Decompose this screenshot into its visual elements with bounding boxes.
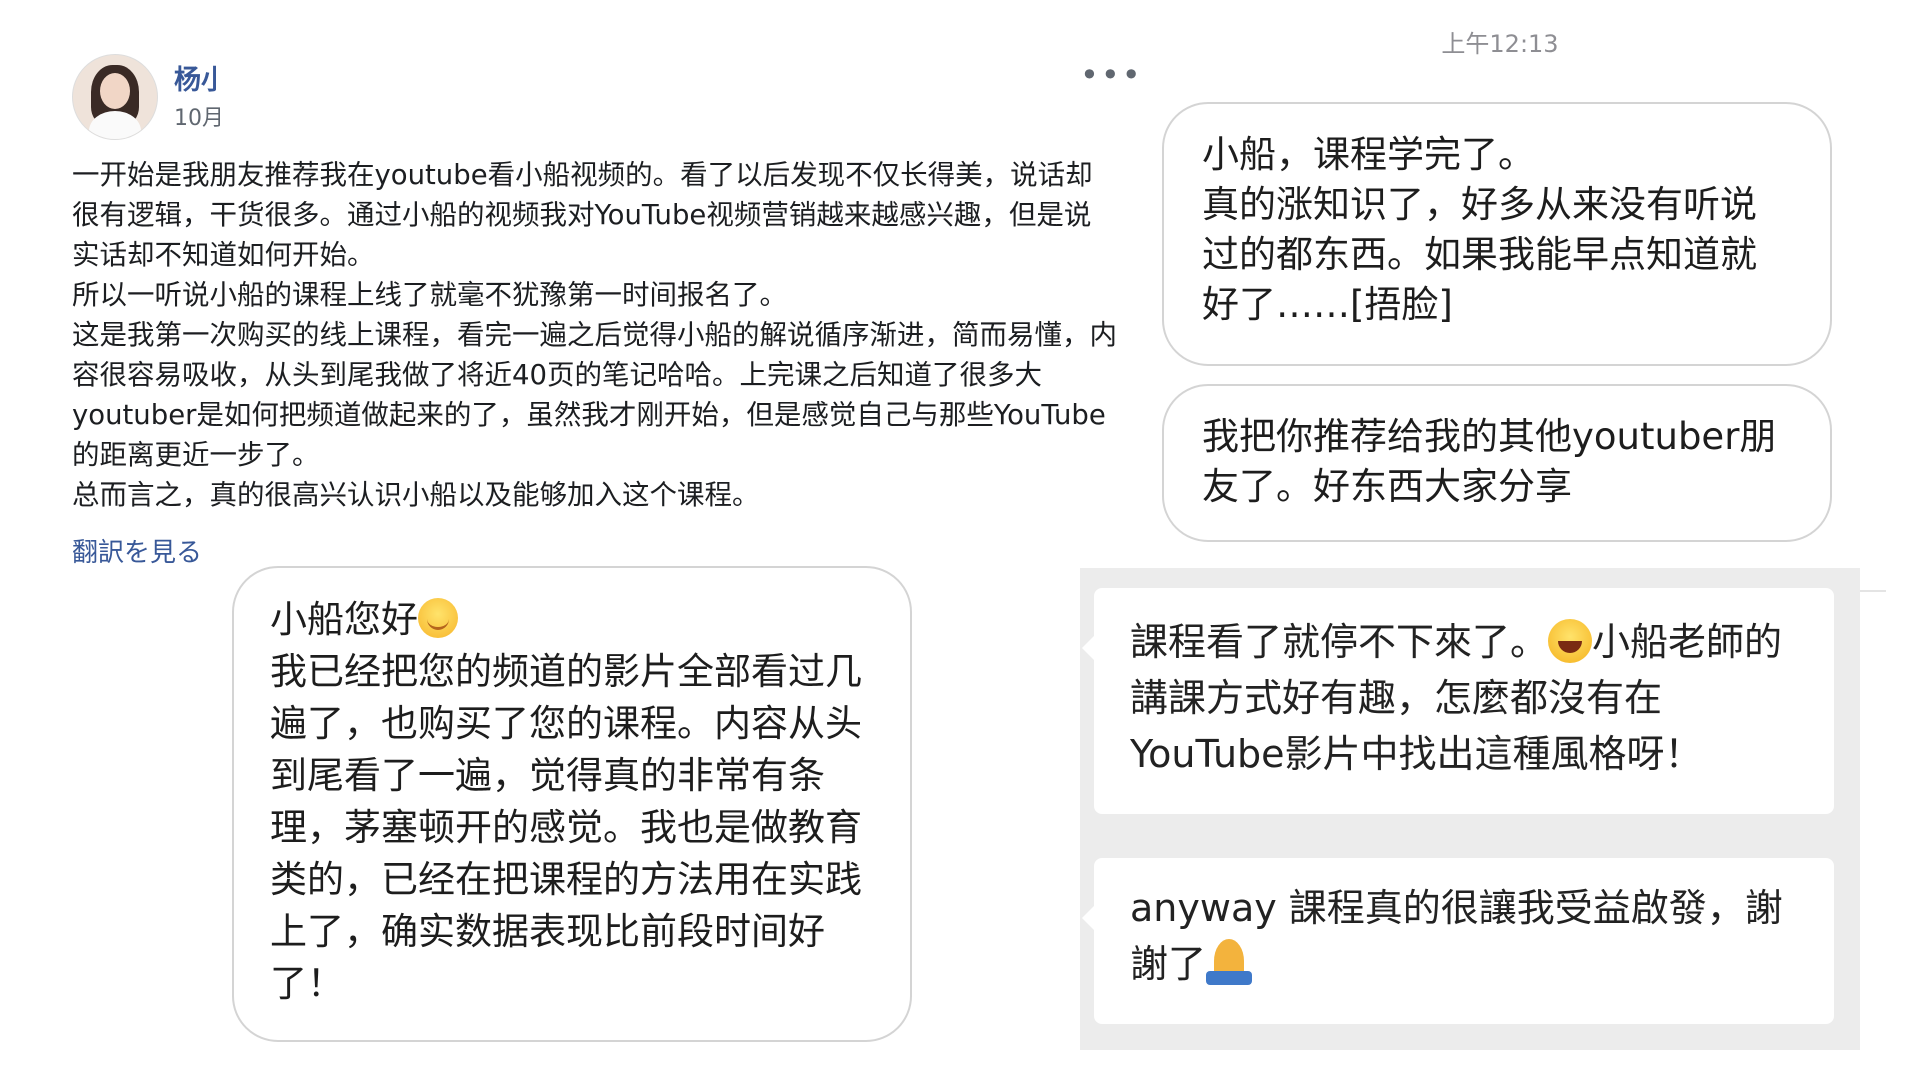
- chat-bubble-left: 小船您好 我已经把您的频道的影片全部看过几遍了，也购买了您的课程。内容从头到尾看…: [232, 566, 912, 1042]
- chat-card-text: anyway 課程真的很讓我受益啟發，謝謝了: [1130, 880, 1798, 992]
- chat-bubble-right-2: 我把你推荐给我的其他youtuber朋友了。好东西大家分享: [1162, 384, 1832, 542]
- smile-emoji-icon: [418, 598, 458, 638]
- post-date[interactable]: 10月: [174, 100, 220, 132]
- chat-card-text: 課程看了就停不下來了。 小船老師的講課方式好有趣，怎麼都沒有在YouTube影片中…: [1130, 614, 1798, 782]
- chat-greeting-line: 小船您好: [270, 594, 874, 646]
- testimonial-collage: 杨小 10月 ••• 一开始是我朋友推荐我在youtube看小船视频的。看了以后…: [0, 0, 1920, 1080]
- chat-bubble-right-1: 小船，课程学完了。 真的涨知识了，好多从来没有听说过的都东西。如果我能早点知道就…: [1162, 102, 1832, 366]
- praying-hands-emoji-icon: [1206, 937, 1253, 987]
- post-body: 一开始是我朋友推荐我在youtube看小船视频的。看了以后发现不仅长得美，说话却…: [72, 155, 1117, 515]
- more-options-icon[interactable]: •••: [1080, 56, 1143, 94]
- chat-card-1: 課程看了就停不下來了。 小船老師的講課方式好有趣，怎麼都沒有在YouTube影片中…: [1082, 588, 1834, 814]
- chat-card-text-part: 課程看了就停不下來了。: [1130, 620, 1549, 664]
- laughing-emoji-icon: [1548, 619, 1593, 663]
- see-translation-link[interactable]: 翻訳を見る: [72, 532, 202, 569]
- chat-message-text: 小船，课程学完了。 真的涨知识了，好多从来没有听说过的都东西。如果我能早点知道就…: [1202, 133, 1757, 326]
- chat-card-2: anyway 課程真的很讓我受益啟發，謝謝了: [1082, 858, 1834, 1024]
- post-paragraph: 总而言之，真的很高兴认识小船以及能够加入这个课程。: [72, 479, 760, 511]
- divider: [1860, 590, 1886, 592]
- chat-message-text: 我把你推荐给我的其他youtuber朋友了。好东西大家分享: [1202, 415, 1777, 508]
- avatar-face: [100, 73, 130, 109]
- post-author-name[interactable]: 杨小: [174, 58, 216, 97]
- chat-message-text: 我已经把您的频道的影片全部看过几遍了，也购买了您的课程。内容从头到尾看了一遍，觉…: [270, 650, 862, 1005]
- post-paragraph: 一开始是我朋友推荐我在youtube看小船视频的。看了以后发现不仅长得美，说话却…: [72, 159, 1093, 271]
- chat-greeting-text: 小船您好: [270, 598, 418, 641]
- avatar[interactable]: [72, 54, 158, 140]
- post-paragraph: 所以一听说小船的课程上线了就毫不犹豫第一时间报名了。: [72, 279, 787, 311]
- chat-timestamp: 上午12:13: [1441, 30, 1559, 58]
- post-paragraph: 这是我第一次购买的线上课程，看完一遍之后觉得小船的解说循序渐进，简而易懂，内容很…: [72, 319, 1117, 471]
